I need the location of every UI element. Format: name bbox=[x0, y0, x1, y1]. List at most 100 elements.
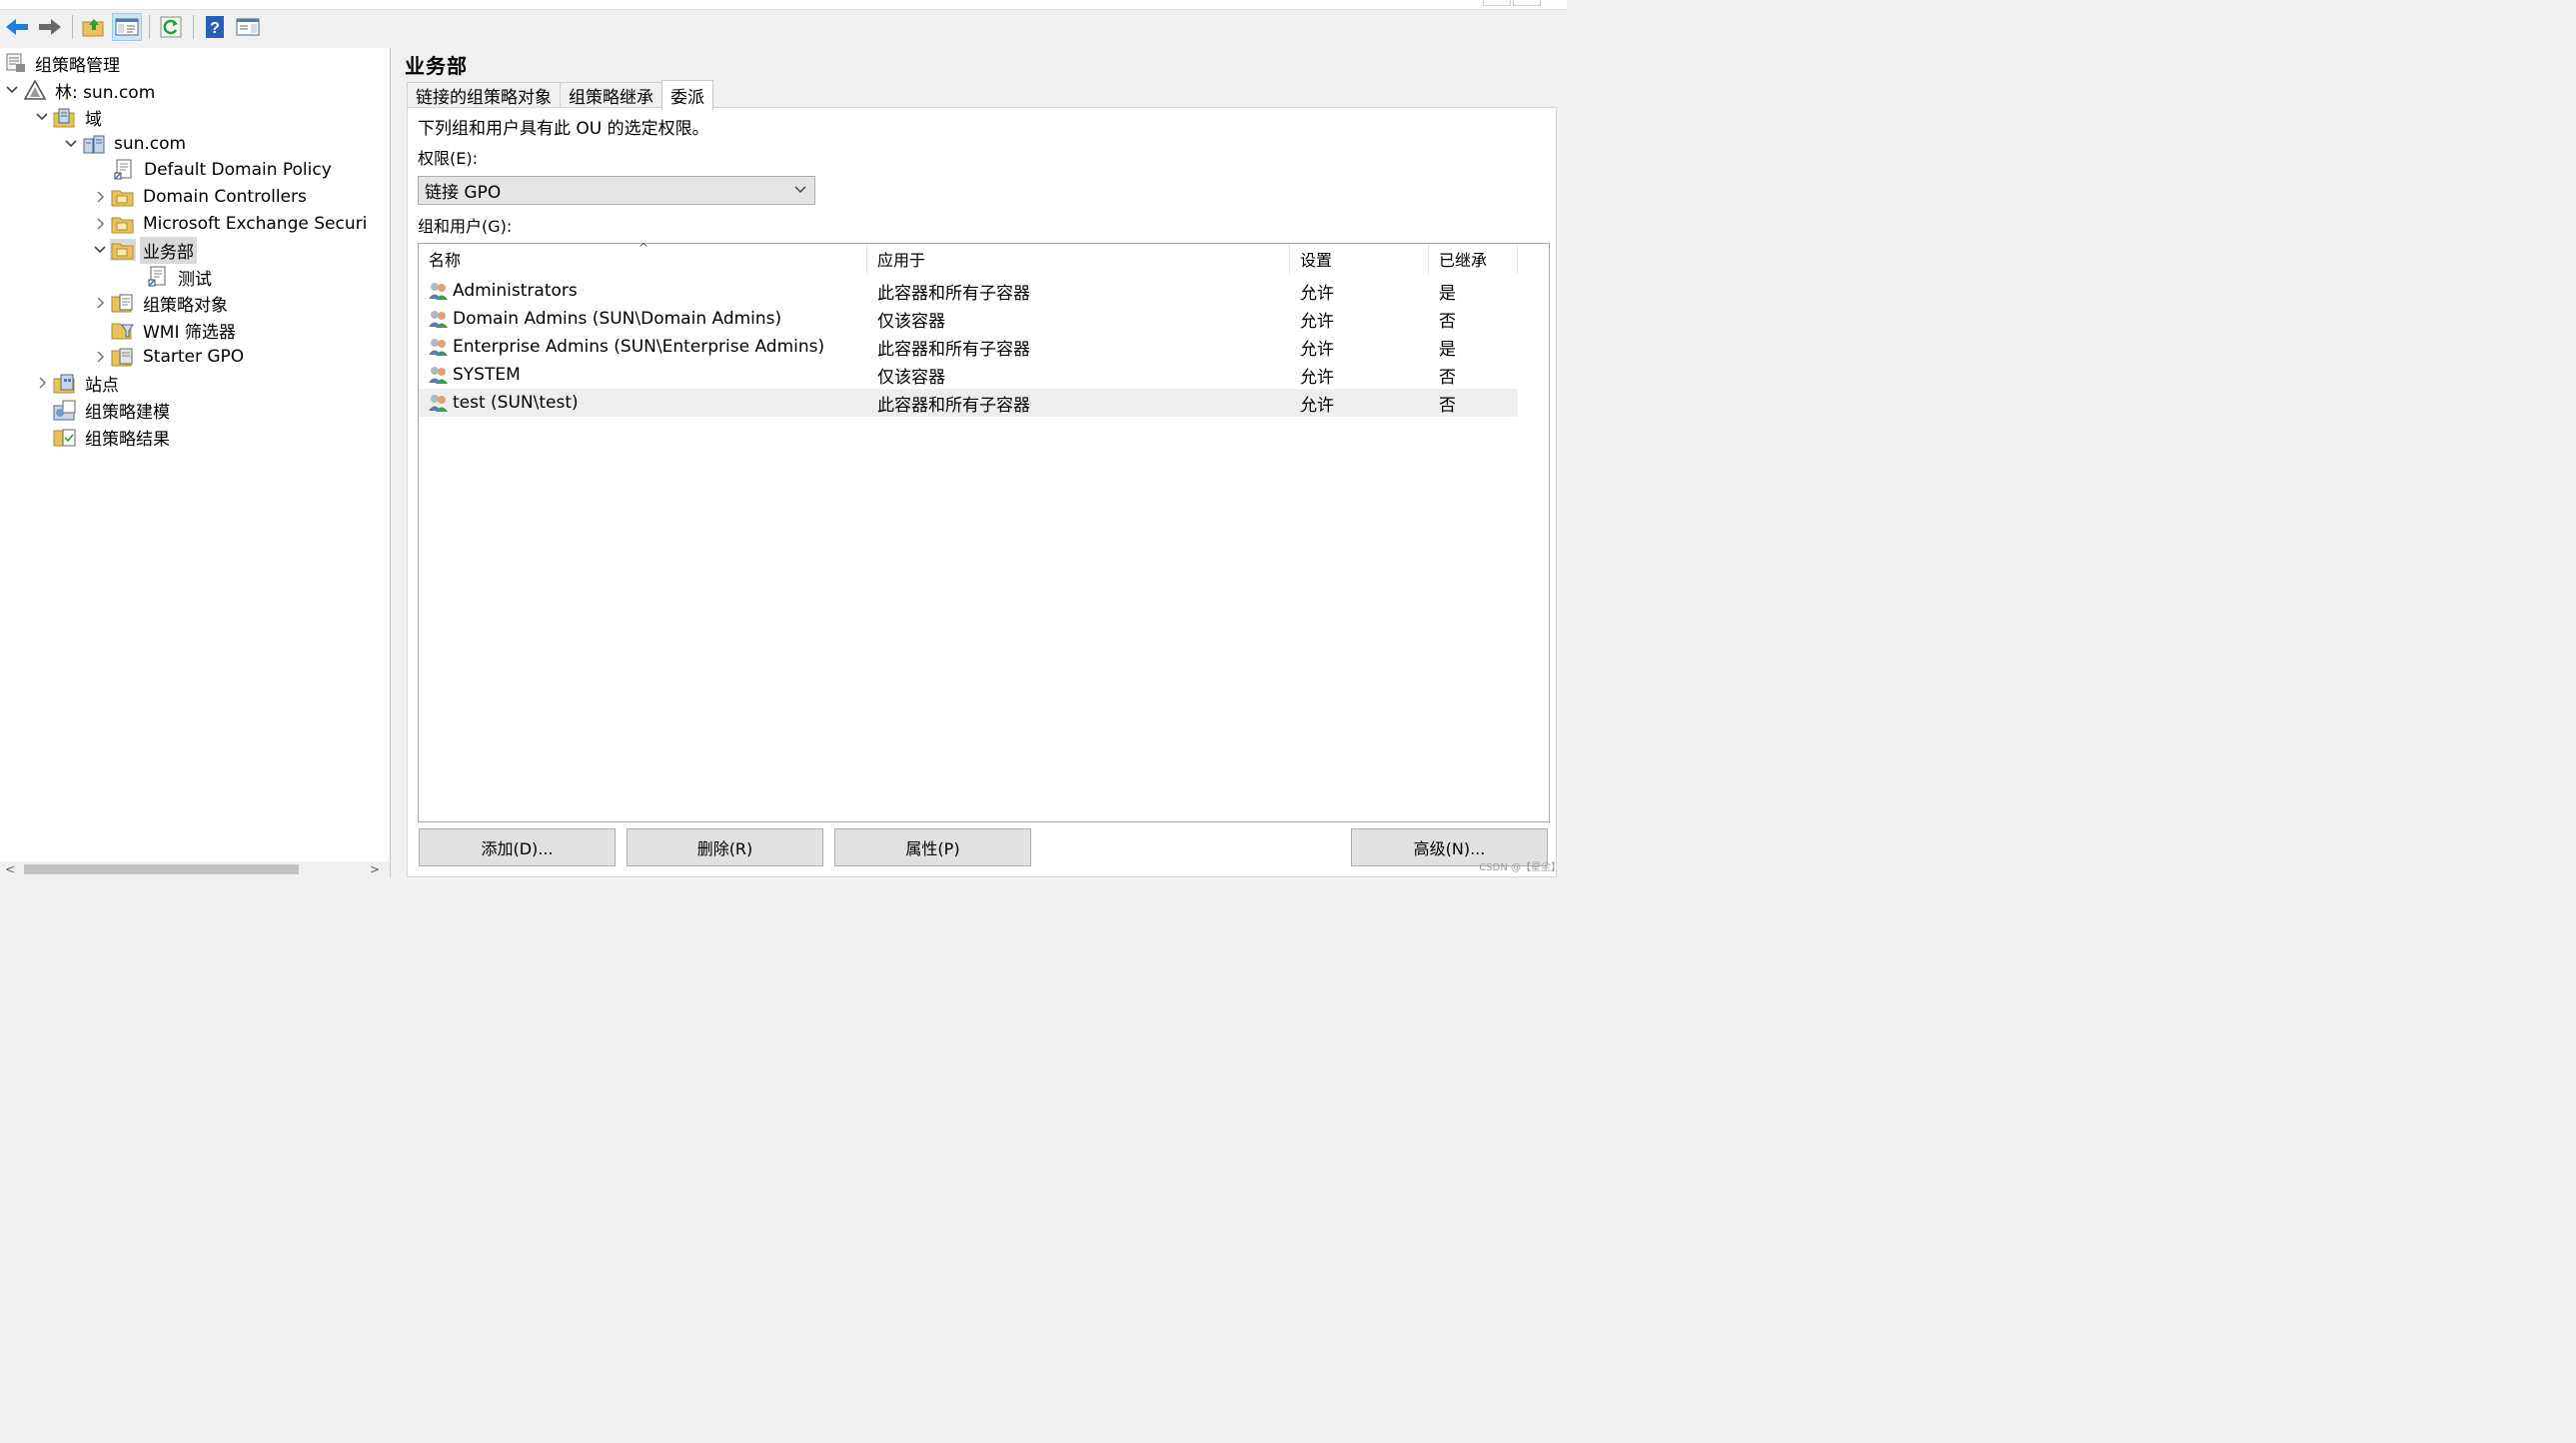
row-setting: 允许 bbox=[1300, 283, 1334, 304]
refresh-button[interactable] bbox=[156, 13, 186, 41]
row-name: Domain Admins (SUN\Domain Admins) bbox=[453, 309, 782, 329]
tree-item-test[interactable]: 测试 bbox=[145, 264, 215, 290]
user-group-icon bbox=[427, 308, 451, 330]
tree-item-root[interactable]: 组策略管理 bbox=[2, 50, 123, 76]
console-tree: 组策略管理 林: sun.com 域 sun.com Default Domai… bbox=[0, 48, 391, 877]
console-tree-icon bbox=[115, 18, 139, 36]
tree-item-domains[interactable]: 域 bbox=[32, 104, 105, 130]
row-name: Enterprise Admins (SUN\Enterprise Admins… bbox=[453, 337, 825, 357]
column-header-name[interactable]: 名称 ^ bbox=[419, 241, 867, 274]
up-level-button[interactable] bbox=[79, 13, 109, 41]
expand-chevron-icon[interactable] bbox=[90, 296, 110, 310]
properties-button[interactable]: 属性(P) bbox=[834, 828, 1031, 866]
minimize-button[interactable] bbox=[1483, 0, 1511, 6]
row-applies-to: 此容器和所有子容器 bbox=[877, 339, 1030, 360]
tree-item-results[interactable]: 组策略结果 bbox=[52, 424, 173, 450]
tree-item-gpo-objects[interactable]: 组策略对象 bbox=[90, 290, 231, 316]
maximize-button[interactable] bbox=[1513, 0, 1541, 6]
row-setting: 允许 bbox=[1300, 395, 1334, 416]
gp-results-icon bbox=[52, 426, 78, 448]
row-inherited: 否 bbox=[1439, 367, 1456, 388]
help-icon: ? bbox=[206, 16, 224, 38]
collapse-chevron-icon[interactable] bbox=[2, 85, 22, 95]
column-header-inherited[interactable]: 已继承 bbox=[1429, 244, 1518, 274]
tree-item-business-dept[interactable]: 业务部 bbox=[90, 236, 197, 264]
row-name: Administrators bbox=[453, 281, 578, 301]
ou-folder-icon bbox=[110, 186, 136, 208]
tree-label: 业务部 bbox=[140, 236, 197, 264]
row-name: test (SUN\test) bbox=[453, 393, 579, 413]
forward-arrow-icon bbox=[39, 19, 61, 35]
watermark: CSDN @【星尘】 bbox=[1479, 862, 1561, 873]
tree-item-default-domain-policy[interactable]: Default Domain Policy bbox=[111, 157, 335, 183]
table-row[interactable]: Enterprise Admins (SUN\Enterprise Admins… bbox=[419, 333, 1518, 361]
tree-item-domain[interactable]: sun.com bbox=[61, 131, 189, 157]
help-button[interactable]: ? bbox=[200, 13, 230, 41]
tree-item-microsoft-exchange[interactable]: Microsoft Exchange Securi bbox=[90, 211, 370, 237]
expand-chevron-icon[interactable] bbox=[90, 350, 110, 364]
table-row[interactable]: test (SUN\test) 此容器和所有子容器 允许 否 bbox=[419, 389, 1518, 417]
table-row[interactable]: Administrators 此容器和所有子容器 允许 是 bbox=[419, 277, 1518, 305]
tab-strip: 链接的组策略对象 组策略继承 委派 bbox=[407, 80, 713, 110]
tab-gp-inheritance[interactable]: 组策略继承 bbox=[560, 82, 662, 108]
row-inherited: 是 bbox=[1439, 283, 1456, 304]
delegation-description: 下列组和用户具有此 OU 的选定权限。 bbox=[418, 119, 709, 139]
column-header-setting[interactable]: 设置 bbox=[1290, 244, 1429, 274]
table-row[interactable]: Domain Admins (SUN\Domain Admins) 仅该容器 允… bbox=[419, 305, 1518, 333]
tree-item-wmi-filters[interactable]: WMI 筛选器 bbox=[110, 317, 239, 343]
permission-dropdown[interactable]: 链接 GPO bbox=[418, 176, 815, 205]
row-applies-to: 此容器和所有子容器 bbox=[877, 395, 1030, 416]
tree-label: 组策略对象 bbox=[143, 295, 228, 316]
table-row[interactable]: SYSTEM 仅该容器 允许 否 bbox=[419, 361, 1518, 389]
gpo-container-icon bbox=[110, 292, 136, 314]
user-group-icon bbox=[427, 280, 451, 302]
column-header-applies-to[interactable]: 应用于 bbox=[867, 244, 1290, 274]
tree-label: 林: sun.com bbox=[55, 82, 156, 103]
back-button[interactable] bbox=[2, 13, 32, 41]
tree-label: 组策略建模 bbox=[85, 402, 170, 423]
expand-chevron-icon[interactable] bbox=[32, 376, 52, 390]
tree-horizontal-scrollbar[interactable]: < > bbox=[0, 861, 390, 877]
expand-chevron-icon[interactable] bbox=[90, 217, 110, 231]
tab-linked-gpos[interactable]: 链接的组策略对象 bbox=[407, 82, 561, 108]
show-action-pane-button[interactable] bbox=[233, 13, 263, 41]
collapse-chevron-icon[interactable] bbox=[90, 245, 110, 255]
tree-label: 站点 bbox=[85, 375, 119, 396]
tree-label: 组策略结果 bbox=[85, 429, 170, 450]
tree-label: Microsoft Exchange Securi bbox=[143, 214, 368, 234]
forward-button[interactable] bbox=[35, 13, 65, 41]
tree-label: sun.com bbox=[114, 134, 187, 154]
groups-users-list[interactable]: 名称 ^ 应用于 设置 已继承 Administrators 此容器和所有子容器… bbox=[418, 241, 1550, 822]
row-applies-to: 仅该容器 bbox=[877, 311, 945, 332]
add-button[interactable]: 添加(D)... bbox=[419, 828, 616, 866]
row-setting: 允许 bbox=[1300, 339, 1334, 360]
expand-chevron-icon[interactable] bbox=[90, 190, 110, 204]
title-bar bbox=[0, 0, 1567, 10]
folder-up-icon bbox=[82, 19, 104, 37]
remove-button[interactable]: 删除(R) bbox=[627, 828, 823, 866]
tree-item-forest[interactable]: 林: sun.com bbox=[2, 77, 158, 103]
forest-icon bbox=[22, 79, 48, 101]
toolbar-separator bbox=[72, 15, 73, 39]
scroll-left-arrow-icon[interactable]: < bbox=[2, 861, 18, 877]
user-group-icon bbox=[427, 336, 451, 358]
tree-item-sites[interactable]: 站点 bbox=[32, 370, 122, 396]
collapse-chevron-icon[interactable] bbox=[32, 112, 52, 122]
tree-item-starter-gpo[interactable]: Starter GPO bbox=[90, 344, 247, 370]
pane-splitter[interactable] bbox=[391, 48, 399, 877]
collapse-chevron-icon[interactable] bbox=[61, 139, 81, 149]
tree-label: Domain Controllers bbox=[143, 187, 307, 207]
scrollbar-thumb[interactable] bbox=[24, 864, 299, 874]
tree-item-modeling[interactable]: 组策略建模 bbox=[52, 397, 173, 423]
tree-item-domain-controllers[interactable]: Domain Controllers bbox=[90, 184, 310, 210]
row-setting: 允许 bbox=[1300, 311, 1334, 332]
sites-icon bbox=[52, 372, 78, 394]
show-hide-console-tree-button[interactable] bbox=[112, 13, 142, 41]
list-header: 名称 ^ 应用于 设置 已继承 bbox=[419, 241, 1549, 274]
domain-icon bbox=[81, 133, 107, 155]
row-name: SYSTEM bbox=[453, 365, 521, 385]
tab-delegation[interactable]: 委派 bbox=[661, 80, 713, 110]
details-pane: 业务部 链接的组策略对象 组策略继承 委派 下列组和用户具有此 OU 的选定权限… bbox=[399, 48, 1567, 877]
ou-folder-icon bbox=[110, 239, 136, 261]
scroll-right-arrow-icon[interactable]: > bbox=[367, 861, 383, 877]
